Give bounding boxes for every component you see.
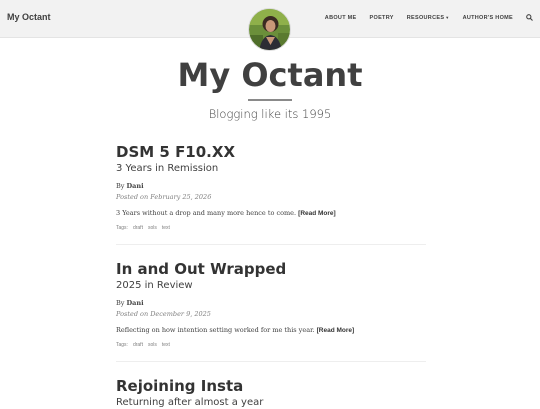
- nav-resources-dropdown[interactable]: Resources▼: [407, 15, 450, 21]
- post-subtitle: 2025 in Review: [116, 280, 193, 291]
- post-title-link[interactable]: In and Out Wrapped: [116, 260, 426, 278]
- search-icon[interactable]: [526, 14, 533, 21]
- post-byline: By Dani: [116, 182, 426, 190]
- post-date: Posted on December 9, 2025: [116, 310, 211, 318]
- tags-label: Tags:: [116, 225, 128, 231]
- nav-resources-label: Resources: [406, 14, 445, 21]
- nav-poetry[interactable]: Poetry: [370, 15, 394, 21]
- post-title-link[interactable]: DSM 5 F10.XX: [116, 143, 426, 161]
- post-author: Dani: [126, 299, 144, 307]
- post-excerpt-text: 3 Years without a drop and many more hen…: [116, 209, 297, 217]
- post-excerpt: Reflecting on how intention setting work…: [116, 326, 426, 334]
- caret-down-icon: ▼: [445, 14, 450, 20]
- byline-prefix: By: [116, 299, 125, 307]
- post-excerpt: 3 Years without a drop and many more hen…: [116, 209, 426, 217]
- brand-link[interactable]: My Octant: [7, 12, 51, 22]
- tag-link[interactable]: sols: [148, 342, 157, 348]
- post-title-link[interactable]: Rejoining Insta: [116, 377, 426, 395]
- tag-link[interactable]: text: [162, 342, 170, 348]
- tags-label: Tags:: [116, 342, 128, 348]
- tag-link[interactable]: text: [162, 225, 170, 231]
- nav-authors-home[interactable]: Author's Home: [463, 15, 513, 21]
- nav-about-me[interactable]: About Me: [325, 15, 357, 21]
- post-byline: By Dani: [116, 299, 426, 307]
- title-divider: [248, 99, 292, 101]
- post-tags: Tags: draft sols text: [116, 342, 426, 348]
- post-preview: Rejoining Insta Returning after almost a…: [116, 377, 426, 409]
- site-header: My Octant Blogging like its 1995: [0, 55, 540, 121]
- post-author: Dani: [126, 182, 144, 190]
- post-date: Posted on February 25, 2026: [116, 193, 212, 201]
- post-divider: [116, 361, 426, 362]
- byline-prefix: By: [116, 182, 125, 190]
- read-more-link[interactable]: [Read More]: [298, 210, 336, 217]
- site-subtitle: Blogging like its 1995: [208, 107, 332, 121]
- post-preview: DSM 5 F10.XX 3 Years in Remission By Dan…: [116, 143, 426, 231]
- post-subtitle: 3 Years in Remission: [116, 163, 219, 174]
- tag-link[interactable]: sols: [148, 225, 157, 231]
- post-subtitle: Returning after almost a year: [116, 397, 264, 408]
- post-preview: In and Out Wrapped 2025 in Review By Dan…: [116, 260, 426, 348]
- avatar-photo: [249, 9, 290, 50]
- avatar[interactable]: [248, 8, 291, 51]
- post-tags: Tags: draft sols text: [116, 225, 426, 231]
- site-title: My Octant: [177, 56, 363, 94]
- nav-links: About Me Poetry Resources▼ Author's Home: [312, 14, 533, 21]
- read-more-link[interactable]: [Read More]: [317, 327, 355, 334]
- post-excerpt-text: Reflecting on how intention setting work…: [116, 326, 315, 334]
- post-divider: [116, 244, 426, 245]
- tag-link[interactable]: draft: [133, 342, 143, 348]
- tag-link[interactable]: draft: [133, 225, 143, 231]
